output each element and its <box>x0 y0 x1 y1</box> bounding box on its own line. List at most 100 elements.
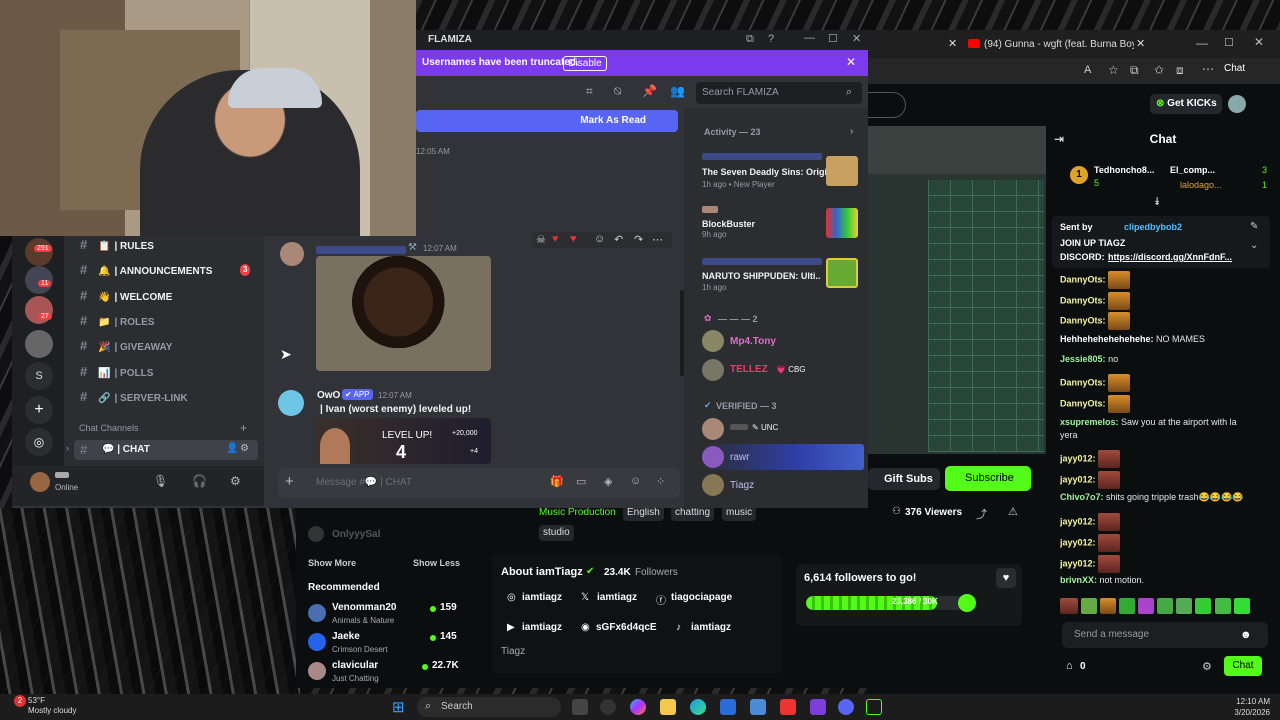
chat-username[interactable]: DannyOts: <box>1060 398 1106 408</box>
invite-icon[interactable]: 👤 <box>226 443 238 454</box>
emote-icon[interactable] <box>1138 598 1155 614</box>
more-options-icon[interactable]: ⋯ <box>652 233 663 246</box>
emote-icon[interactable] <box>1233 598 1250 614</box>
chat-username[interactable]: DannyOts: <box>1060 377 1106 387</box>
truncated-username[interactable] <box>702 153 822 160</box>
chat-username[interactable]: jayy012: <box>1060 474 1096 484</box>
headphones-icon[interactable]: 🎧 <box>192 474 207 488</box>
avatar[interactable] <box>30 472 50 492</box>
social-link[interactable]: sGFx6d4qcE <box>596 622 657 633</box>
task-view-icon[interactable] <box>572 699 588 715</box>
file-explorer-icon[interactable] <box>660 699 676 715</box>
kick-app-icon[interactable] <box>866 699 882 715</box>
social-link[interactable]: iamtiagz <box>691 622 731 633</box>
avatar[interactable] <box>308 662 326 680</box>
chevron-right-icon[interactable]: › <box>850 126 853 137</box>
heart-reaction-icon[interactable]: ♥ <box>570 233 577 245</box>
server-icon[interactable] <box>25 330 53 358</box>
mark-as-read-button[interactable]: Mark As Read <box>416 110 678 132</box>
inbox-icon[interactable]: ⧉ <box>746 33 754 46</box>
social-link[interactable]: iamtiagz <box>522 592 562 603</box>
reply-icon[interactable]: ↶ <box>614 233 623 246</box>
forward-icon[interactable]: ↷ <box>634 233 643 246</box>
emote-icon[interactable] <box>1081 598 1098 614</box>
expand-gifters-icon[interactable]: ⯯ <box>1154 196 1161 209</box>
truncated-username[interactable] <box>702 258 822 265</box>
chat-username[interactable]: jayy012: <box>1060 453 1096 463</box>
user-settings-icon[interactable]: ⚙ <box>230 474 241 488</box>
chat-username[interactable]: DannyOts: <box>1060 315 1106 325</box>
channel-item[interactable]: # 👋 | WELCOME <box>80 287 172 305</box>
truncated-username[interactable] <box>316 246 406 254</box>
social-link[interactable]: tiagociapage <box>671 592 732 603</box>
chat-username[interactable]: brivnXX: <box>1060 575 1097 585</box>
chat-username[interactable]: Hehhehehehehehehe: <box>1060 334 1154 344</box>
server-icon[interactable] <box>25 238 53 266</box>
close-window-icon[interactable]: ✕ <box>852 32 861 45</box>
get-kicks-button[interactable]: ⊗ Get KICKs <box>1150 94 1222 114</box>
chat-username[interactable]: Chivo7o7: <box>1060 492 1104 502</box>
channel-item[interactable]: # 🔔 | ANNOUNCEMENTS 3 <box>80 261 251 279</box>
channel-settings-icon[interactable]: ⚙ <box>240 443 249 454</box>
emote-icon[interactable] <box>1157 598 1174 614</box>
apps-icon[interactable]: ⁘ <box>656 475 665 488</box>
emoji-icon[interactable]: ☺ <box>630 475 641 487</box>
send-message-input[interactable]: Send a message <box>1062 622 1268 648</box>
truncated-username[interactable] <box>730 424 748 430</box>
youtube-icon[interactable] <box>780 699 796 715</box>
unpin-icon[interactable]: ✎ <box>1250 221 1258 232</box>
read-aloud-icon[interactable]: A <box>1084 64 1091 76</box>
top-gifter-name[interactable]: Tedhoncho8... <box>1094 165 1154 175</box>
member-name[interactable]: TELLEZ <box>730 364 768 375</box>
subscribe-button[interactable]: Subscribe <box>945 466 1031 491</box>
chat-username[interactable]: Jessie805: <box>1060 354 1106 364</box>
avatar[interactable] <box>702 446 724 468</box>
send-chat-button[interactable]: Chat <box>1224 656 1262 676</box>
avatar[interactable] <box>702 359 724 381</box>
windows-start-icon[interactable]: ⊞ <box>392 698 405 716</box>
channel-item[interactable]: # 📊 | POLLS <box>80 363 153 381</box>
pin-icon[interactable]: 📌 <box>642 84 657 98</box>
chat-username[interactable]: DannyOts: <box>1060 295 1106 305</box>
maximize-icon[interactable]: ☐ <box>828 32 838 45</box>
emote-icon[interactable] <box>1176 598 1193 614</box>
recommended-channel-name[interactable]: clavicular <box>332 660 378 671</box>
emote-icon[interactable] <box>1060 598 1078 614</box>
chat-username[interactable]: jayy012: <box>1060 516 1096 526</box>
report-icon[interactable]: ⚠ <box>1008 505 1018 518</box>
extensions-icon[interactable]: ⧉ <box>1130 63 1139 78</box>
member-list-icon[interactable]: 👥 <box>670 84 685 98</box>
show-less-link[interactable]: Show Less <box>413 558 460 568</box>
taskbar-search[interactable]: Search <box>417 697 561 717</box>
member-name[interactable]: Tiagz <box>730 480 754 491</box>
activity-title[interactable]: The Seven Deadly Sins: Origin <box>702 167 833 177</box>
chat-username[interactable]: DannyOts: <box>1060 274 1106 284</box>
maximize-icon[interactable]: ☐ <box>1224 36 1234 49</box>
discover-icon[interactable]: ◎ <box>25 428 53 456</box>
truncated-username[interactable] <box>55 472 69 478</box>
minimize-icon[interactable]: — <box>804 32 815 44</box>
copilot-icon[interactable] <box>630 699 646 715</box>
avatar[interactable] <box>278 390 304 416</box>
gift-subs-button[interactable]: Gift Subs <box>868 468 940 490</box>
social-link[interactable]: iamtiagz <box>522 622 562 633</box>
avatar[interactable] <box>702 418 724 440</box>
disable-button[interactable]: Disable <box>563 56 607 71</box>
member-name[interactable]: rawr <box>730 452 749 463</box>
chat-settings-icon[interactable]: ⚙ <box>1202 660 1212 673</box>
channel-item[interactable]: # 🔗 | SERVER-LINK <box>80 388 188 406</box>
outlook-icon[interactable] <box>750 699 766 715</box>
pinned-discord-link[interactable]: https://discord.gg/XnnFdnF... <box>1108 252 1242 262</box>
gif-icon[interactable]: ▭ <box>576 475 586 488</box>
category-tag[interactable]: Music Production <box>539 507 616 518</box>
top-gifter-name[interactable]: lalodago... <box>1180 180 1222 190</box>
meme-image[interactable] <box>316 256 491 371</box>
channel-item[interactable]: # 🎉 | GIVEAWAY <box>80 337 172 355</box>
activity-title[interactable]: NARUTO SHIPPUDEN: Ulti... <box>702 271 820 281</box>
sidebar-channel-name[interactable]: OnlyyySal <box>332 529 380 540</box>
minimize-icon[interactable]: — <box>1196 36 1208 50</box>
close-tab-icon[interactable]: ✕ <box>1136 37 1145 50</box>
taskbar-clock[interactable]: 12:10 AM 3/20/2026 <box>1220 696 1270 718</box>
more-menu-icon[interactable]: ⋯ <box>1202 62 1214 76</box>
chat-username[interactable]: xsupremelos: <box>1060 417 1119 427</box>
